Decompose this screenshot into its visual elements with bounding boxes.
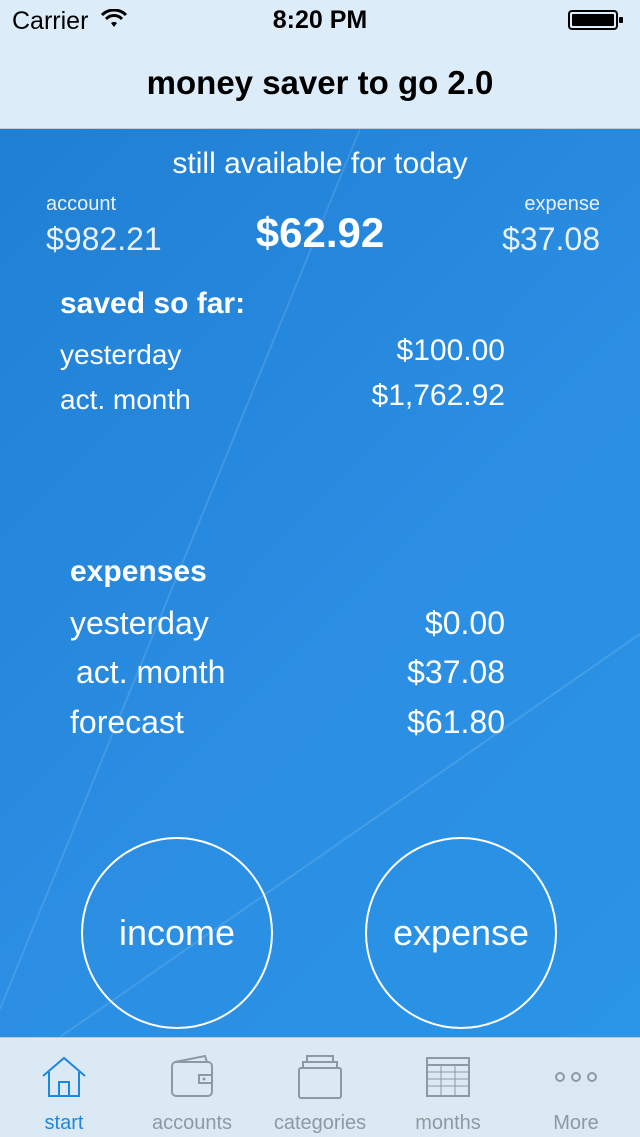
expenses-yesterday-label: yesterday [70,605,209,641]
expenses-forecast-label: forecast [70,704,184,740]
income-button-label: income [118,912,236,953]
house-icon [42,1056,86,1097]
status-bar: Carrier 8:20 PM [0,0,640,40]
clock: 8:20 PM [272,6,368,34]
saved-yesterday-value: $100.00 [396,334,505,367]
saved-month-value: $1,762.92 [371,379,505,412]
tab-start[interactable]: start [0,1038,128,1137]
wallet-icon [171,1054,213,1097]
tab-accounts[interactable]: accounts [128,1038,256,1137]
tab-start-label: start [44,1112,84,1134]
income-button[interactable]: income [81,837,273,1029]
saved-heading: saved so far: [60,287,246,320]
expense-button-label: expense [392,912,530,953]
folders-icon [298,1055,342,1099]
expenses-yesterday-value: $0.00 [424,605,505,641]
tab-months[interactable]: months [384,1038,512,1137]
expenses-forecast-value: $61.80 [407,704,505,740]
expense-button[interactable]: expense [365,837,557,1029]
saved-month-label: act. month [60,384,191,415]
expenses-month-label: act. month [76,654,226,690]
more-dots-icon [555,1072,597,1082]
tab-categories[interactable]: categories [256,1038,384,1137]
tab-more[interactable]: More [512,1038,640,1137]
table-icon [426,1057,470,1097]
expense-label: expense [524,193,600,215]
expenses-month-value: $37.08 [407,654,505,690]
saved-yesterday-label: yesterday [60,339,182,370]
tab-months-label: months [415,1112,481,1134]
expense-value: $37.08 [502,221,600,257]
main-panel: still available for today account $982.2… [0,129,640,1037]
tab-categories-label: categories [273,1112,367,1134]
battery-icon [568,10,623,30]
navigation-bar: Carrier 8:20 PM money saver to go 2.0 [0,0,640,129]
tab-more-label: More [553,1112,599,1134]
expenses-heading: expenses [70,555,207,588]
tab-bar: start accounts categories months More [0,1037,640,1137]
available-title: still available for today [172,147,468,180]
tab-accounts-label: accounts [151,1112,233,1134]
page-title: money saver to go 2.0 [146,64,494,101]
